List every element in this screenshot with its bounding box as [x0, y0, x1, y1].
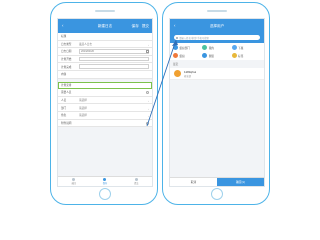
confirm-button[interactable]: 确定(1) [217, 178, 264, 186]
header-actions: 保存 提交 [132, 24, 149, 29]
quick-label: 标签 [238, 54, 244, 58]
plan-end-input[interactable] [79, 64, 149, 69]
tab-label: 保存 [102, 183, 108, 186]
cancel-button[interactable]: 取消 [170, 178, 217, 186]
speaker [207, 10, 227, 12]
form-row-staff[interactable]: 人员 请选择 › [58, 96, 152, 105]
field-label: 计划安排 [61, 83, 72, 87]
field-label: 人员 [61, 99, 67, 103]
quick-label: 我的 [208, 46, 215, 50]
form-row-log-type[interactable]: 日志类型 发起人日志 › [58, 40, 152, 49]
form-row-plan-start[interactable]: 计划开始 [58, 55, 152, 64]
avatar [174, 70, 181, 77]
header-bar: ‹ 选择用户 [170, 19, 264, 33]
organization-icon [173, 53, 178, 58]
quick-label: 群组 [208, 54, 215, 58]
subordinate-icon [231, 45, 237, 50]
phone-left: ‹ 新建日志 保存 提交 标题 日志类型 发起人日志 › 日志日期 2019/0… [50, 2, 158, 205]
tab-submit[interactable]: 提交 [121, 177, 152, 186]
quick-label: 下属 [238, 46, 244, 50]
tab-label: 返回 [71, 183, 76, 186]
field-label: 角色 [61, 114, 67, 118]
contact-dept: 研发部 [184, 74, 192, 78]
form-row-title[interactable]: 标题 [58, 33, 152, 41]
field-value: 发起人日志 [79, 42, 92, 46]
form-row-plan-end[interactable]: 计划完成 [58, 63, 152, 71]
form-row-department[interactable]: 部门 请选择 › [58, 104, 152, 112]
screen-select-user: ‹ 选择用户 请输入姓名/拼音/手机号搜索 组织部门 我的 下属 组织 群组 标… [169, 18, 265, 187]
home-button [211, 188, 223, 200]
home-button [99, 188, 111, 200]
save-button[interactable]: 保存 [132, 24, 139, 29]
section-title: 最近 [170, 60, 264, 68]
contact-item[interactable]: 1183qhui 研发部 [170, 68, 264, 80]
chevron-right-icon: › [148, 42, 149, 47]
search-wrapper: 请输入姓名/拼音/手机号搜索 [170, 33, 264, 43]
quick-subordinate[interactable]: 下属 [231, 45, 261, 50]
field-value: 请选择 [79, 106, 87, 110]
calendar-icon[interactable] [146, 50, 149, 54]
quick-mine[interactable]: 我的 [202, 45, 231, 50]
field-label: 附件说明 [61, 121, 72, 125]
field-label: 计划开始 [61, 58, 72, 62]
field-label: 内容 [61, 73, 67, 77]
field-label: 部门 [61, 106, 67, 110]
bottom-tab-bar: 返回 保存 提交 [58, 176, 152, 186]
plan-start-input[interactable] [79, 56, 149, 62]
header-bar: ‹ 新建日志 保存 提交 [58, 19, 152, 33]
field-label: 需要人员 [61, 91, 72, 95]
field-label: 计划完成 [61, 65, 72, 69]
checkbox-icon[interactable] [146, 91, 149, 95]
form-row-content[interactable]: 内容 [58, 70, 152, 79]
screen-new-log: ‹ 新建日志 保存 提交 标题 日志类型 发起人日志 › 日志日期 2019/0… [57, 18, 153, 187]
form-row-plan-arrangement[interactable]: 计划安排 [58, 81, 152, 90]
field-label: 标题 [61, 35, 67, 39]
tab-back[interactable]: 返回 [58, 177, 89, 186]
checkbox-icon[interactable] [146, 121, 149, 125]
page-title: 选择用户 [209, 24, 225, 28]
phone-right: ‹ 选择用户 请输入姓名/拼音/手机号搜索 组织部门 我的 下属 组织 群组 标… [162, 2, 270, 205]
tab-label: 提交 [134, 183, 139, 186]
tab-save[interactable]: 保存 [89, 177, 120, 186]
group-icon [202, 53, 208, 58]
field-value: 请选择 [79, 114, 87, 118]
form-row-attachment[interactable]: 附件说明 [58, 119, 152, 128]
field-label: 日志类型 [61, 42, 72, 46]
submit-button[interactable]: 提交 [142, 24, 149, 29]
chevron-right-icon: › [148, 106, 149, 111]
search-input[interactable]: 请输入姓名/拼音/手机号搜索 [174, 35, 260, 40]
form-row-log-date[interactable]: 日志日期 2019/03/20 [58, 48, 152, 56]
org-icon [173, 45, 178, 50]
form-row-role[interactable]: 角色 请选择 › [58, 111, 152, 120]
speaker [95, 10, 115, 12]
bottom-buttons: 取消 确定(1) [170, 177, 264, 186]
quick-org[interactable]: 组织 [173, 53, 202, 58]
search-placeholder: 请输入姓名/拼音/手机号搜索 [179, 36, 210, 40]
quick-tag[interactable]: 标签 [231, 53, 261, 58]
chevron-right-icon: › [148, 114, 149, 119]
quick-group[interactable]: 群组 [202, 53, 231, 58]
chevron-right-icon: › [148, 98, 149, 103]
tag-icon [231, 53, 237, 58]
search-icon [176, 36, 178, 39]
quick-label: 组织部门 [179, 46, 190, 50]
contact-info: 1183qhui 研发部 [184, 70, 196, 78]
date-input[interactable]: 2019/03/20 [79, 49, 149, 54]
field-value: 请选择 [79, 99, 87, 103]
form-row-need-staff[interactable]: 需要人员 [58, 89, 152, 97]
field-label: 日志日期 [61, 50, 72, 54]
user-icon [202, 45, 208, 50]
quick-label: 组织 [179, 54, 185, 58]
quick-select-grid: 组织部门 我的 下属 组织 群组 标签 [170, 43, 264, 60]
quick-org-dept[interactable]: 组织部门 [173, 45, 202, 50]
